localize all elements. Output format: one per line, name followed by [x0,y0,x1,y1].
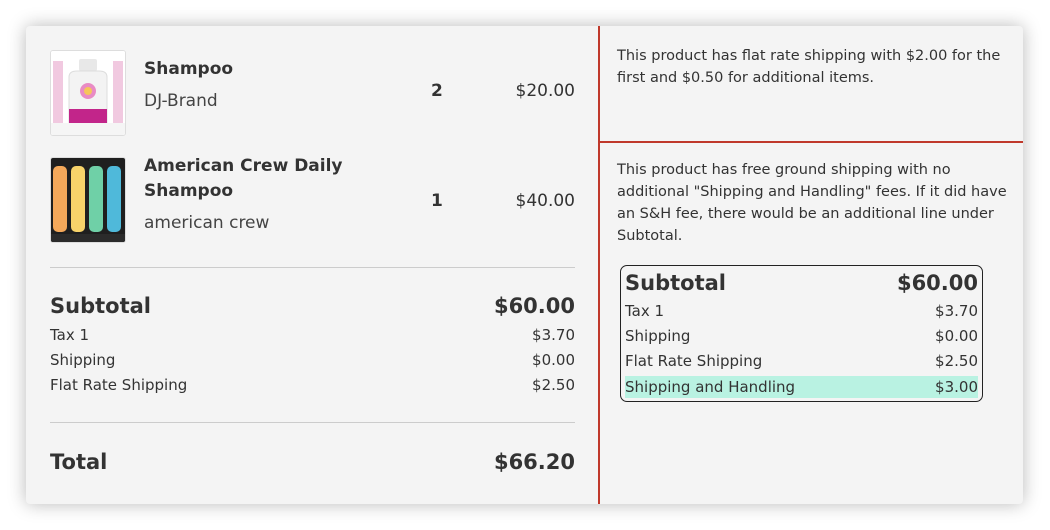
example-flat-rate-value: $2.50 [935,352,978,370]
example-sh-label: Shipping and Handling [625,378,796,396]
shampoo-bottle-icon [51,51,125,135]
example-subtotal-value: $60.00 [896,271,978,295]
example-subtotal-row: Subtotal $60.00 [625,271,978,295]
example-tax-row: Tax 1 $3.70 [625,302,978,320]
flat-rate-row: Flat Rate Shipping $2.50 [50,376,575,394]
product-image-shampoo[interactable] [50,50,126,136]
example-shipping-label: Shipping [625,327,691,345]
example-shipping-value: $0.00 [935,327,978,345]
example-tax-label: Tax 1 [625,302,665,320]
product-name[interactable]: American Crew Daily Shampoo [144,154,343,204]
total-value: $66.20 [493,450,575,474]
example-flat-rate-label: Flat Rate Shipping [625,352,763,370]
example-sh-value: $3.00 [935,378,978,396]
example-tax-value: $3.70 [935,302,978,320]
subtotal-row: Subtotal $60.00 [50,294,575,318]
product-name-line: Shampoo [144,181,234,201]
product-name[interactable]: Shampoo [144,57,233,82]
product-quantity: 1 [431,191,443,211]
example-subtotal-label: Subtotal [625,271,726,295]
shipping-label: Shipping [50,351,116,369]
product-price: $20.00 [515,81,575,101]
product-price: $40.00 [515,191,575,211]
note-flat-rate: This product has flat rate shipping with… [617,48,1001,86]
cart-summary-card: Shampoo DJ-Brand 2 $20.00 American Crew … [26,26,1023,504]
example-shipping-handling-row: Shipping and Handling $3.00 [625,376,978,398]
product-quantity: 2 [431,81,443,101]
example-summary-box: Subtotal $60.00 Tax 1 $3.70 Shipping $0.… [620,265,983,402]
product-name-line: American Crew Daily [144,156,343,176]
total-label: Total [50,450,108,474]
shipping-row: Shipping $0.00 [50,351,575,369]
flat-rate-label: Flat Rate Shipping [50,376,188,394]
subtotal-value: $60.00 [493,294,575,318]
subtotal-label: Subtotal [50,294,151,318]
product-image-american-crew[interactable] [50,157,126,243]
divider [50,422,575,423]
total-row: Total $66.20 [50,450,575,474]
tax-row: Tax 1 $3.70 [50,326,575,344]
note-divider [600,141,1023,143]
product-brand: american crew [144,213,270,233]
column-divider [598,26,600,504]
tax-label: Tax 1 [50,326,90,344]
example-flat-rate-row: Flat Rate Shipping $2.50 [625,352,978,370]
divider [50,267,575,268]
flat-rate-value: $2.50 [532,376,575,394]
shipping-value: $0.00 [532,351,575,369]
note-free-shipping: This product has free ground shipping wi… [617,162,1007,244]
product-brand: DJ-Brand [144,91,218,111]
tax-value: $3.70 [532,326,575,344]
bottles-icon [51,158,125,242]
example-shipping-row: Shipping $0.00 [625,327,978,345]
